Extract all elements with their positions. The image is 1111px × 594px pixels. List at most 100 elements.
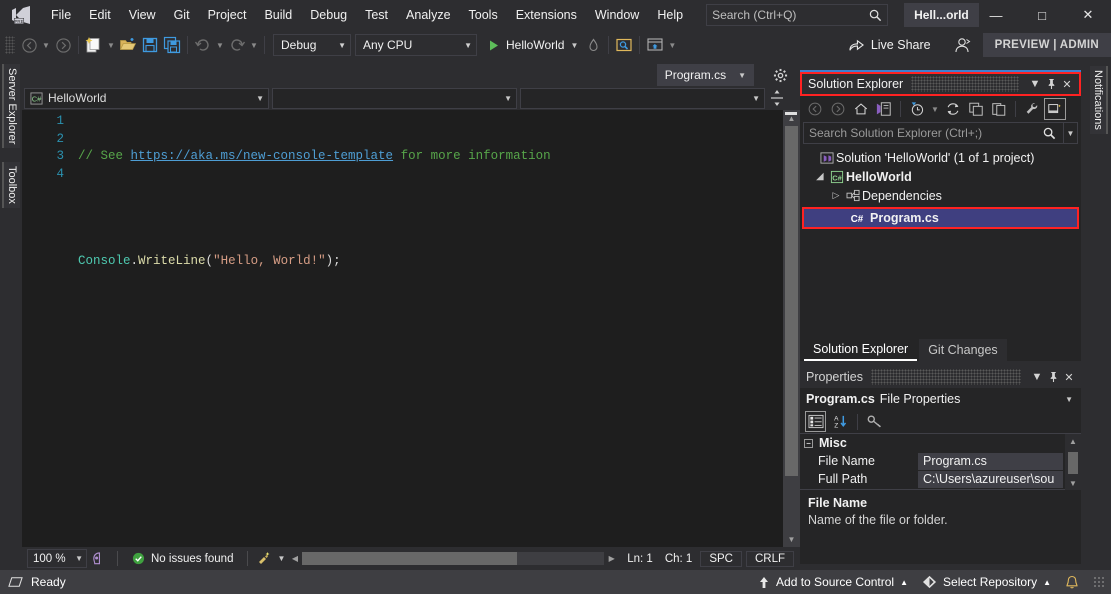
minimize-button[interactable]: —: [973, 0, 1019, 30]
pending-changes-icon[interactable]: [873, 98, 895, 120]
home-icon[interactable]: [850, 98, 872, 120]
chevron-down-icon[interactable]: ▼: [1029, 368, 1045, 386]
window-layout-icon[interactable]: [644, 34, 666, 56]
search-folder-icon[interactable]: [613, 34, 635, 56]
wrench-icon[interactable]: [1021, 98, 1043, 120]
issues-status[interactable]: No issues found: [126, 552, 239, 565]
redo-caret-icon[interactable]: ▼: [248, 34, 260, 56]
sidebar-tab-toolbox[interactable]: Toolbox: [2, 162, 20, 208]
expander-expand-icon[interactable]: ▷: [828, 190, 844, 201]
property-row-full-path[interactable]: Full Path C:\Users\azureuser\sou: [800, 470, 1081, 488]
menu-item-window[interactable]: Window: [586, 2, 648, 28]
tab-solution-explorer[interactable]: Solution Explorer: [804, 339, 917, 361]
expander-collapse-icon[interactable]: ◢: [812, 171, 828, 182]
line-endings-indicator[interactable]: CRLF: [746, 551, 794, 567]
document-tab-program-cs[interactable]: Program.cs ▼: [657, 64, 754, 86]
history-clock-icon[interactable]: [906, 98, 928, 120]
search-options-caret-icon[interactable]: ▼: [1063, 123, 1077, 143]
type-dropdown[interactable]: C# HelloWorld ▼: [24, 88, 269, 109]
chevron-down-icon[interactable]: ▼: [1027, 75, 1043, 93]
menu-item-analyze[interactable]: Analyze: [397, 2, 459, 28]
show-all-files-icon[interactable]: [988, 98, 1010, 120]
property-value[interactable]: Program.cs: [918, 453, 1063, 470]
undo-icon[interactable]: [192, 34, 214, 56]
close-button[interactable]: ✕: [1065, 0, 1111, 30]
code-editor[interactable]: 1 2 3 4 // See https://aka.ms/new-consol…: [22, 110, 800, 547]
sidebar-tab-server-explorer[interactable]: Server Explorer: [2, 64, 20, 148]
property-row-file-name[interactable]: File Name Program.cs: [800, 452, 1081, 470]
tree-node-project-helloworld[interactable]: ◢ C# HelloWorld: [800, 167, 1081, 186]
navigate-forward-icon[interactable]: [52, 34, 74, 56]
tree-node-program-cs[interactable]: C# Program.cs: [802, 207, 1079, 229]
redo-icon[interactable]: [226, 34, 248, 56]
editor-vertical-scrollbar[interactable]: ▲ ▼: [783, 110, 800, 547]
menu-item-build[interactable]: Build: [255, 2, 301, 28]
menu-item-debug[interactable]: Debug: [301, 2, 356, 28]
navigate-back-icon[interactable]: [18, 34, 40, 56]
menu-item-help[interactable]: Help: [648, 2, 692, 28]
member-dropdown[interactable]: ▼: [272, 88, 517, 109]
properties-object-selector[interactable]: Program.cs File Properties ▼: [800, 388, 1081, 410]
menu-item-git[interactable]: Git: [165, 2, 199, 28]
live-share-button[interactable]: Live Share: [842, 36, 937, 55]
tree-node-dependencies[interactable]: ▷ Dependencies: [800, 186, 1081, 205]
screen-reader-icon[interactable]: [87, 551, 109, 566]
spaces-indicator[interactable]: SPC: [700, 551, 742, 567]
collapse-all-icon[interactable]: [965, 98, 987, 120]
chevron-up-icon[interactable]: ▲: [900, 578, 908, 587]
scrollbar-track[interactable]: [785, 126, 798, 531]
add-to-source-control-button[interactable]: Add to Source Control ▲: [758, 575, 908, 589]
window-layout-caret-icon[interactable]: ▼: [666, 34, 678, 56]
configuration-dropdown[interactable]: Debug ▼: [273, 34, 351, 56]
start-debugging-button[interactable]: HelloWorld ▼: [483, 34, 582, 56]
pin-icon[interactable]: [1045, 368, 1061, 386]
menu-item-test[interactable]: Test: [356, 2, 397, 28]
select-repository-button[interactable]: Select Repository ▲: [922, 575, 1051, 589]
code-content[interactable]: // See https://aka.ms/new-console-templa…: [72, 110, 800, 547]
editor-horizontal-scrollbar[interactable]: ◀ ▶: [287, 551, 619, 566]
scroll-down-icon[interactable]: ▼: [783, 531, 800, 547]
preview-selected-items-icon[interactable]: [1044, 98, 1066, 120]
scrollbar-thumb[interactable]: [785, 126, 798, 476]
menu-item-edit[interactable]: Edit: [80, 2, 120, 28]
maximize-button[interactable]: □: [1019, 0, 1065, 30]
chevron-down-icon[interactable]: ▼: [277, 554, 285, 563]
member-dropdown-secondary[interactable]: ▼: [520, 88, 765, 109]
alphabetical-sort-icon[interactable]: A Z: [829, 411, 850, 432]
property-value[interactable]: C:\Users\azureuser\sou: [918, 471, 1063, 488]
comment-link[interactable]: https://aka.ms/new-console-template: [131, 149, 394, 163]
scroll-right-icon[interactable]: ▶: [604, 554, 619, 563]
resize-grip[interactable]: [1093, 576, 1105, 588]
new-project-caret-icon[interactable]: ▼: [105, 34, 117, 56]
tree-node-solution[interactable]: Solution 'HelloWorld' (1 of 1 project): [800, 148, 1081, 167]
menu-item-project[interactable]: Project: [199, 2, 256, 28]
categorized-view-icon[interactable]: [805, 411, 826, 432]
tab-git-changes[interactable]: Git Changes: [919, 339, 1006, 361]
chevron-down-icon[interactable]: ▼: [1065, 395, 1073, 404]
solution-explorer-search-input[interactable]: Search Solution Explorer (Ctrl+;) ▼: [803, 122, 1078, 144]
save-all-icon[interactable]: [161, 34, 183, 56]
forward-arrow-icon[interactable]: [827, 98, 849, 120]
user-account-icon[interactable]: [951, 34, 973, 56]
category-collapse-icon[interactable]: −: [804, 439, 813, 448]
gear-icon[interactable]: [770, 65, 790, 85]
close-icon[interactable]: ✕: [1061, 368, 1077, 386]
save-icon[interactable]: [139, 34, 161, 56]
toolbar-grip[interactable]: [5, 36, 15, 54]
menu-item-extensions[interactable]: Extensions: [507, 2, 586, 28]
hscrollbar-thumb[interactable]: [302, 552, 517, 565]
back-arrow-icon[interactable]: [804, 98, 826, 120]
pin-icon[interactable]: [1043, 75, 1059, 93]
hot-reload-icon[interactable]: [582, 34, 604, 56]
split-view-icon[interactable]: [768, 88, 786, 109]
scroll-up-icon[interactable]: ▲: [1065, 434, 1081, 448]
zoom-dropdown[interactable]: 100 % ▼: [27, 549, 87, 568]
chevron-down-icon[interactable]: ▼: [738, 71, 746, 80]
chevron-up-icon[interactable]: ▲: [1043, 578, 1051, 587]
properties-scrollbar[interactable]: ▲ ▼: [1065, 434, 1081, 490]
scroll-left-icon[interactable]: ◀: [287, 554, 302, 563]
refresh-icon[interactable]: [942, 98, 964, 120]
property-pages-key-icon[interactable]: [865, 411, 886, 432]
sidebar-tab-notifications[interactable]: Notifications: [1090, 66, 1108, 134]
open-folder-icon[interactable]: [117, 34, 139, 56]
